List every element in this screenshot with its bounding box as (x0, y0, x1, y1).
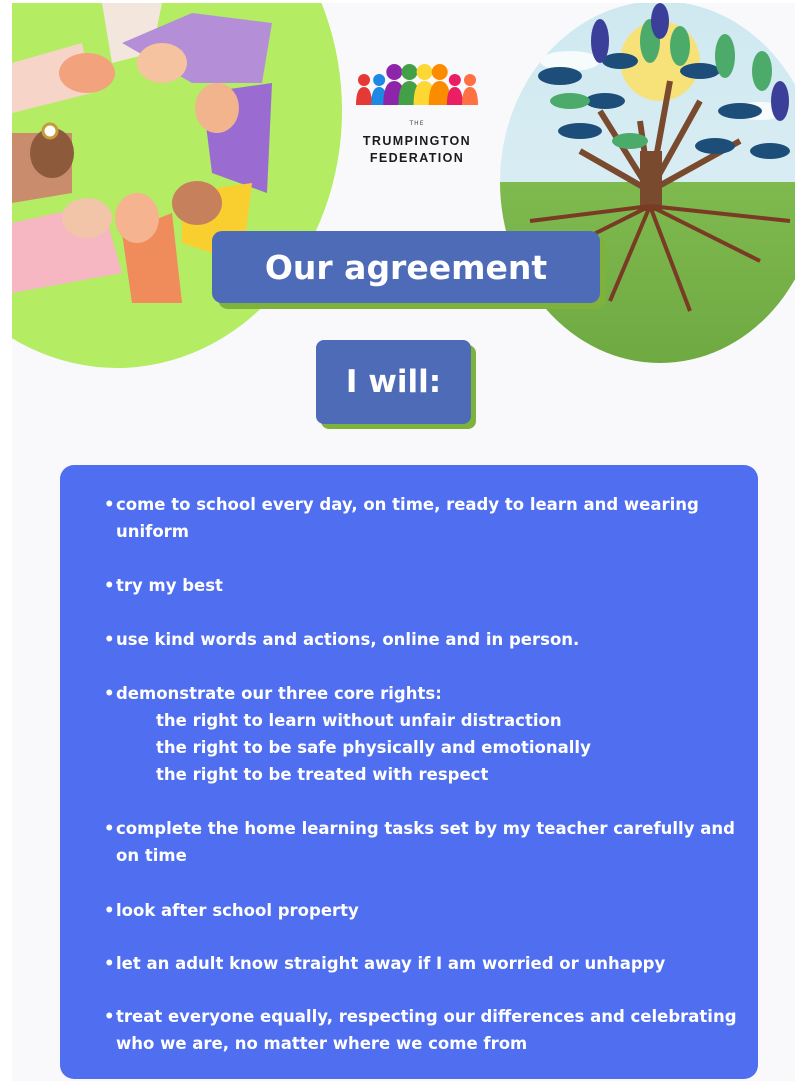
list-item: • look after school property (104, 897, 744, 924)
bullet: • (104, 576, 115, 595)
core-right-text: the right to be safe physically and emot… (156, 738, 591, 757)
hands-icon (12, 3, 272, 303)
list-item: • demonstrate our three core rights: the… (104, 680, 744, 788)
bullet: • (104, 954, 115, 973)
list-item: • try my best (104, 572, 744, 599)
logo-line-2: FEDERATION (369, 151, 465, 165)
tree-illustration (500, 3, 795, 363)
bullet: • (104, 630, 115, 649)
logo-figure-body (462, 87, 478, 105)
item-text: complete the home learning tasks set by … (116, 819, 735, 865)
logo-figure-head (373, 74, 386, 86)
core-right-text: the right to be treated with respect (156, 765, 489, 784)
trumpington-federation-logo: THE TRUMPINGTON FEDERATION (342, 53, 492, 183)
logo-figure-head (358, 74, 370, 86)
logo-figure-head (464, 74, 476, 86)
list-item: • let an adult know straight away if I a… (104, 950, 744, 977)
core-right-text: the right to learn without unfair distra… (156, 711, 562, 730)
logo-figure-body (356, 87, 372, 105)
bullet: • (104, 1007, 115, 1026)
logo-line-1: TRUMPINGTON (362, 134, 472, 148)
logo-figure-head (431, 64, 448, 80)
logo-figure-head (416, 64, 433, 80)
list-item: • use kind words and actions, online and… (104, 626, 744, 653)
bullet: • (104, 495, 115, 514)
logo-figure-head (401, 64, 418, 80)
page-title: Our agreement (212, 231, 600, 303)
agreement-panel: • come to school every day, on time, rea… (60, 465, 758, 1079)
bullet: • (104, 684, 115, 703)
list-item: • complete the home learning tasks set b… (104, 815, 744, 869)
logo-figure-head (448, 74, 461, 86)
logo-small-text: THE (409, 120, 425, 127)
tree-icon (529, 3, 791, 312)
item-text: use kind words and actions, online and i… (116, 630, 580, 649)
item-text: come to school every day, on time, ready… (116, 495, 699, 541)
item-text: try my best (116, 576, 223, 595)
bullet: • (104, 819, 115, 838)
list-item: • come to school every day, on time, rea… (104, 491, 744, 545)
item-text: treat everyone equally, respecting our d… (116, 1007, 737, 1053)
subtitle-banner: I will: (316, 340, 471, 424)
logo-figure-body (446, 87, 463, 105)
item-text: let an adult know straight away if I am … (116, 954, 666, 973)
item-text: look after school property (116, 901, 359, 920)
agreement-poster: THE TRUMPINGTON FEDERATION Our agreement… (12, 3, 795, 1081)
bullet: • (104, 901, 115, 920)
logo-figure-head (386, 64, 403, 80)
item-text: demonstrate our three core rights: (116, 684, 442, 703)
list-item: • treat everyone equally, respecting our… (104, 1003, 744, 1057)
